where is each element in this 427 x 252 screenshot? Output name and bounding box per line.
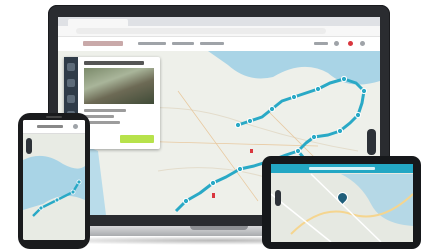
close-icon[interactable] [73, 124, 78, 129]
browser-tab-strip [58, 17, 380, 26]
layer-icon[interactable] [67, 63, 75, 71]
nav-link-1[interactable] [138, 42, 166, 45]
zoom-control-icon[interactable] [367, 129, 376, 155]
address-field[interactable] [76, 28, 326, 34]
navigation-instruction-bar [271, 164, 413, 173]
poi-photo[interactable] [84, 68, 154, 104]
user-icon[interactable] [334, 41, 339, 46]
nav-link-2[interactable] [172, 42, 194, 45]
add-to-route-button[interactable] [120, 135, 154, 143]
site-header [58, 37, 380, 52]
site-logo[interactable] [83, 41, 123, 46]
menu-icon[interactable] [360, 41, 365, 46]
laptop-notch [190, 226, 248, 230]
search-icon[interactable] [67, 95, 75, 103]
zoom-control-icon[interactable] [275, 190, 281, 206]
poi-title [84, 61, 144, 65]
browser-tab[interactable] [68, 19, 128, 26]
phone-speaker [46, 116, 62, 118]
nav-link-4[interactable] [314, 42, 328, 45]
route-icon[interactable] [67, 79, 75, 87]
poi-detail-line [84, 109, 126, 112]
phone-app-header [23, 120, 85, 134]
poi-detail-line [84, 115, 114, 118]
instruction-text [309, 167, 375, 170]
notification-icon[interactable] [348, 41, 353, 46]
phone-map[interactable] [23, 120, 85, 240]
nav-link-3[interactable] [200, 42, 224, 45]
phone-screen [23, 120, 85, 240]
phone-app-title [37, 125, 63, 128]
browser-toolbar [58, 26, 380, 37]
navigation-device-screen [271, 164, 413, 242]
